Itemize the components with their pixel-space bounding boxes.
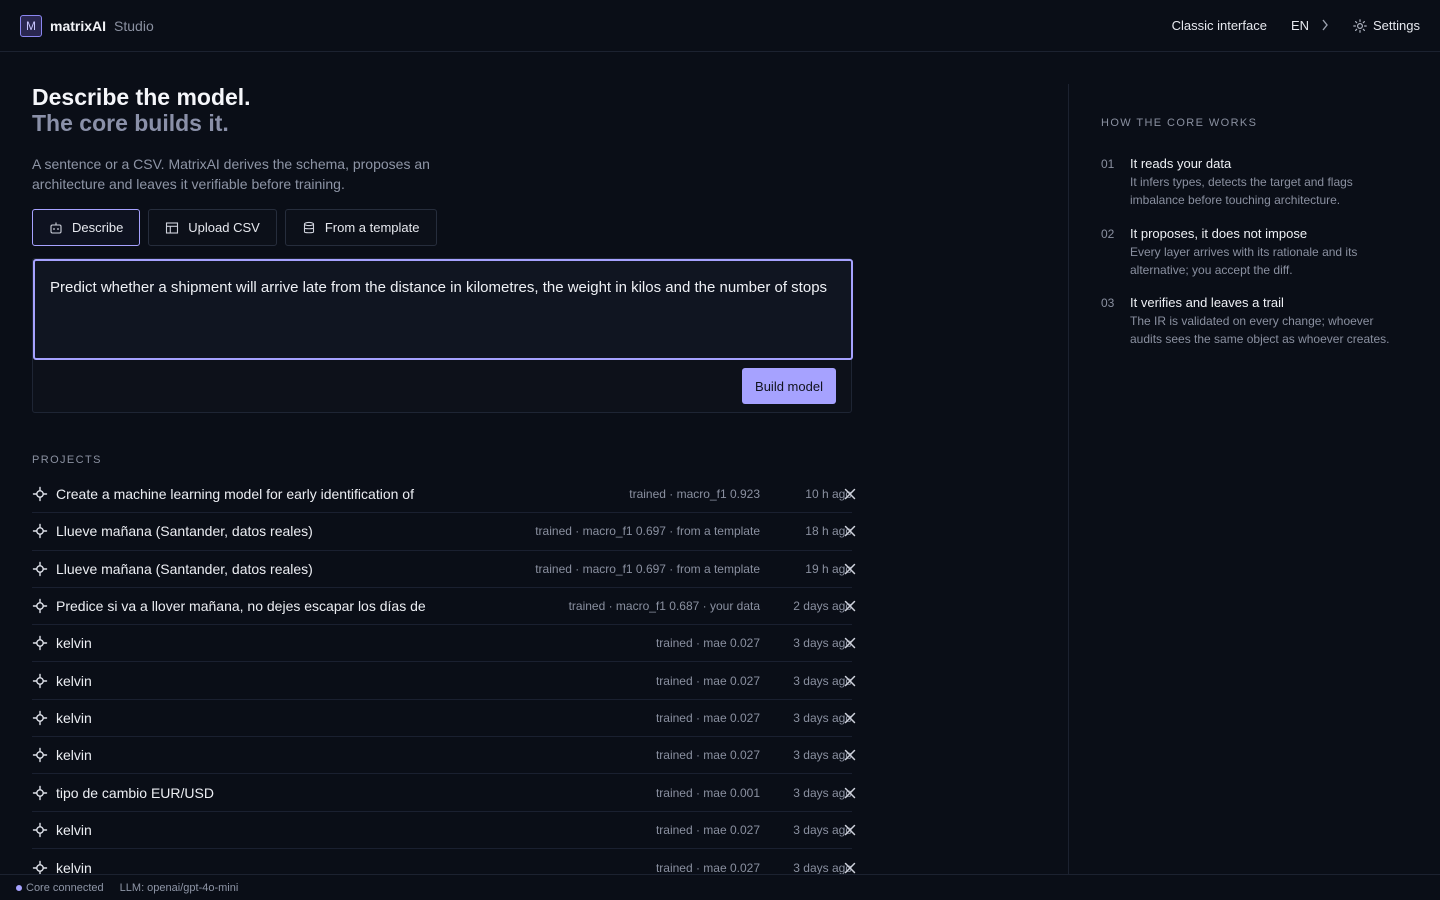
tab-label: Upload CSV (188, 220, 260, 235)
settings-button[interactable]: Settings (1353, 18, 1420, 33)
tab-label: Describe (72, 220, 124, 235)
project-row[interactable]: tipo de cambio EUR/USD trained · mae 0.00… (32, 774, 856, 812)
project-row[interactable]: Predice si va a llover mañana, no dejes … (32, 588, 856, 626)
close-icon[interactable] (842, 635, 858, 651)
project-meta: trained · mae 0.027 (655, 673, 760, 688)
project-row[interactable]: kelvin trained · mae 0.027 3 days ago (32, 625, 856, 663)
language-label: EN (1290, 18, 1310, 33)
project-name: tipo de cambio EUR/USD (56, 784, 214, 801)
page-subtitle: The core builds it. (32, 110, 229, 136)
project-meta: trained · mae 0.027 (655, 748, 760, 763)
step-number: 01 (1101, 157, 1115, 171)
project-row[interactable]: Create a machine learning model for earl… (32, 476, 856, 514)
page-description: A sentence or a CSV. MatrixAI derives th… (32, 156, 430, 192)
llm-model-label: LLM: openai/gpt-4o-mini (119, 881, 239, 894)
close-icon[interactable] (842, 710, 858, 726)
brand-subtitle: Studio (114, 17, 154, 34)
gear-icon (1353, 18, 1367, 33)
project-name: kelvin (56, 821, 92, 838)
top-bar: M matrixAI Studio Classic interface EN S… (0, 0, 1440, 52)
step-description: Every layer arrives with its rationale a… (1130, 245, 1358, 277)
project-meta: trained · mae 0.001 (655, 785, 760, 800)
close-icon[interactable] (842, 785, 858, 801)
step-description: The IR is validated on every change; who… (1130, 314, 1390, 346)
project-row[interactable]: kelvin trained · mae 0.027 3 days ago (32, 812, 856, 849)
step-description: It infers types, detects the target and … (1130, 175, 1353, 207)
close-icon[interactable] (842, 747, 858, 763)
model-graph-icon (32, 748, 48, 763)
model-graph-icon (32, 673, 48, 688)
model-composer: Predict whether a shipment will arrive l… (32, 258, 853, 413)
how-it-works-panel: HOW THE CORE WORKS 01 It reads your data… (1068, 84, 1440, 874)
step-title: It reads your data (1130, 156, 1232, 171)
robot-icon (50, 222, 62, 234)
step-title: It verifies and leaves a trail (1130, 295, 1284, 310)
project-meta: trained · macro_f1 0.697 · from a templa… (535, 524, 760, 539)
logo[interactable]: M (20, 14, 42, 37)
project-meta: trained · mae 0.027 (655, 860, 760, 875)
project-meta: trained · mae 0.027 (655, 822, 760, 837)
project-row[interactable]: Llueve mañana (Santander, datos reales) t… (32, 513, 856, 551)
brand-name: matrixAI (50, 17, 107, 34)
chevron-right-icon (1321, 18, 1329, 34)
model-description-input[interactable]: Predict whether a shipment will arrive l… (33, 259, 853, 360)
panel-heading: HOW THE CORE WORKS (1101, 117, 1258, 129)
project-row[interactable]: kelvin trained · mae 0.027 3 days ago (32, 700, 856, 738)
table-icon (166, 221, 179, 234)
page-title: Describe the model. (32, 84, 251, 110)
project-row[interactable]: Llueve mañana (Santander, datos reales) t… (32, 551, 856, 588)
classic-interface-link[interactable]: Classic interface (1172, 18, 1267, 33)
project-row[interactable]: kelvin trained · mae 0.027 3 days ago (32, 662, 856, 700)
project-meta: trained · mae 0.027 (655, 636, 760, 651)
close-icon[interactable] (842, 822, 858, 838)
model-graph-icon (32, 561, 48, 576)
project-row[interactable]: kelvin trained · mae 0.027 3 days ago (32, 737, 856, 775)
model-graph-icon (32, 710, 48, 726)
project-name: Predice si va a llover mañana, no dejes … (56, 598, 426, 615)
step-number: 02 (1101, 227, 1115, 241)
project-meta: trained · mae 0.027 (655, 710, 760, 725)
model-graph-icon (32, 822, 48, 838)
step-title: It proposes, it does not impose (1130, 226, 1308, 241)
model-graph-icon (32, 636, 48, 651)
close-icon[interactable] (842, 523, 858, 539)
header-actions: Classic interface EN Settings (1172, 18, 1420, 34)
project-name: kelvin (56, 635, 92, 652)
close-icon[interactable] (842, 561, 858, 577)
project-name: Llueve mañana (Santander, datos reales) (56, 560, 313, 577)
projects-heading: PROJECTS (32, 454, 102, 466)
input-mode-tabs: Describe Upload CSV From a template (32, 209, 437, 246)
connection-status-dot (16, 884, 22, 891)
projects-list: Create a machine learning model for earl… (32, 476, 856, 886)
project-name: kelvin (56, 672, 92, 689)
settings-label: Settings (1373, 18, 1420, 33)
tab-from-template[interactable]: From a template (284, 209, 437, 246)
project-meta: trained · macro_f1 0.697 · from a templa… (535, 561, 760, 576)
project-name: kelvin (56, 747, 92, 764)
project-name: Llueve mañana (Santander, datos reales) (56, 523, 313, 540)
main-content: Describe the model. The core builds it. … (32, 52, 1068, 876)
model-graph-icon (32, 785, 48, 800)
database-icon (303, 221, 314, 233)
status-bar: Core connected LLM: openai/gpt-4o-mini (0, 874, 1440, 900)
model-graph-icon (32, 598, 48, 614)
model-graph-icon (32, 524, 48, 539)
tab-upload-csv[interactable]: Upload CSV (148, 209, 277, 246)
close-icon[interactable] (842, 598, 858, 614)
project-meta: trained · macro_f1 0.687 · your data (568, 599, 760, 614)
tab-describe[interactable]: Describe (32, 209, 141, 246)
project-name: Create a machine learning model for earl… (56, 486, 414, 503)
project-meta: trained · macro_f1 0.923 (629, 487, 760, 502)
language-selector[interactable]: EN (1291, 18, 1329, 34)
step-number: 03 (1101, 296, 1115, 310)
build-model-button[interactable]: Build model (742, 368, 836, 404)
close-icon[interactable] (842, 673, 858, 689)
project-name: kelvin (56, 709, 92, 726)
tab-label: From a template (324, 220, 420, 235)
connection-status: Core connected (26, 881, 104, 894)
model-graph-icon (32, 486, 48, 502)
close-icon[interactable] (842, 486, 858, 502)
